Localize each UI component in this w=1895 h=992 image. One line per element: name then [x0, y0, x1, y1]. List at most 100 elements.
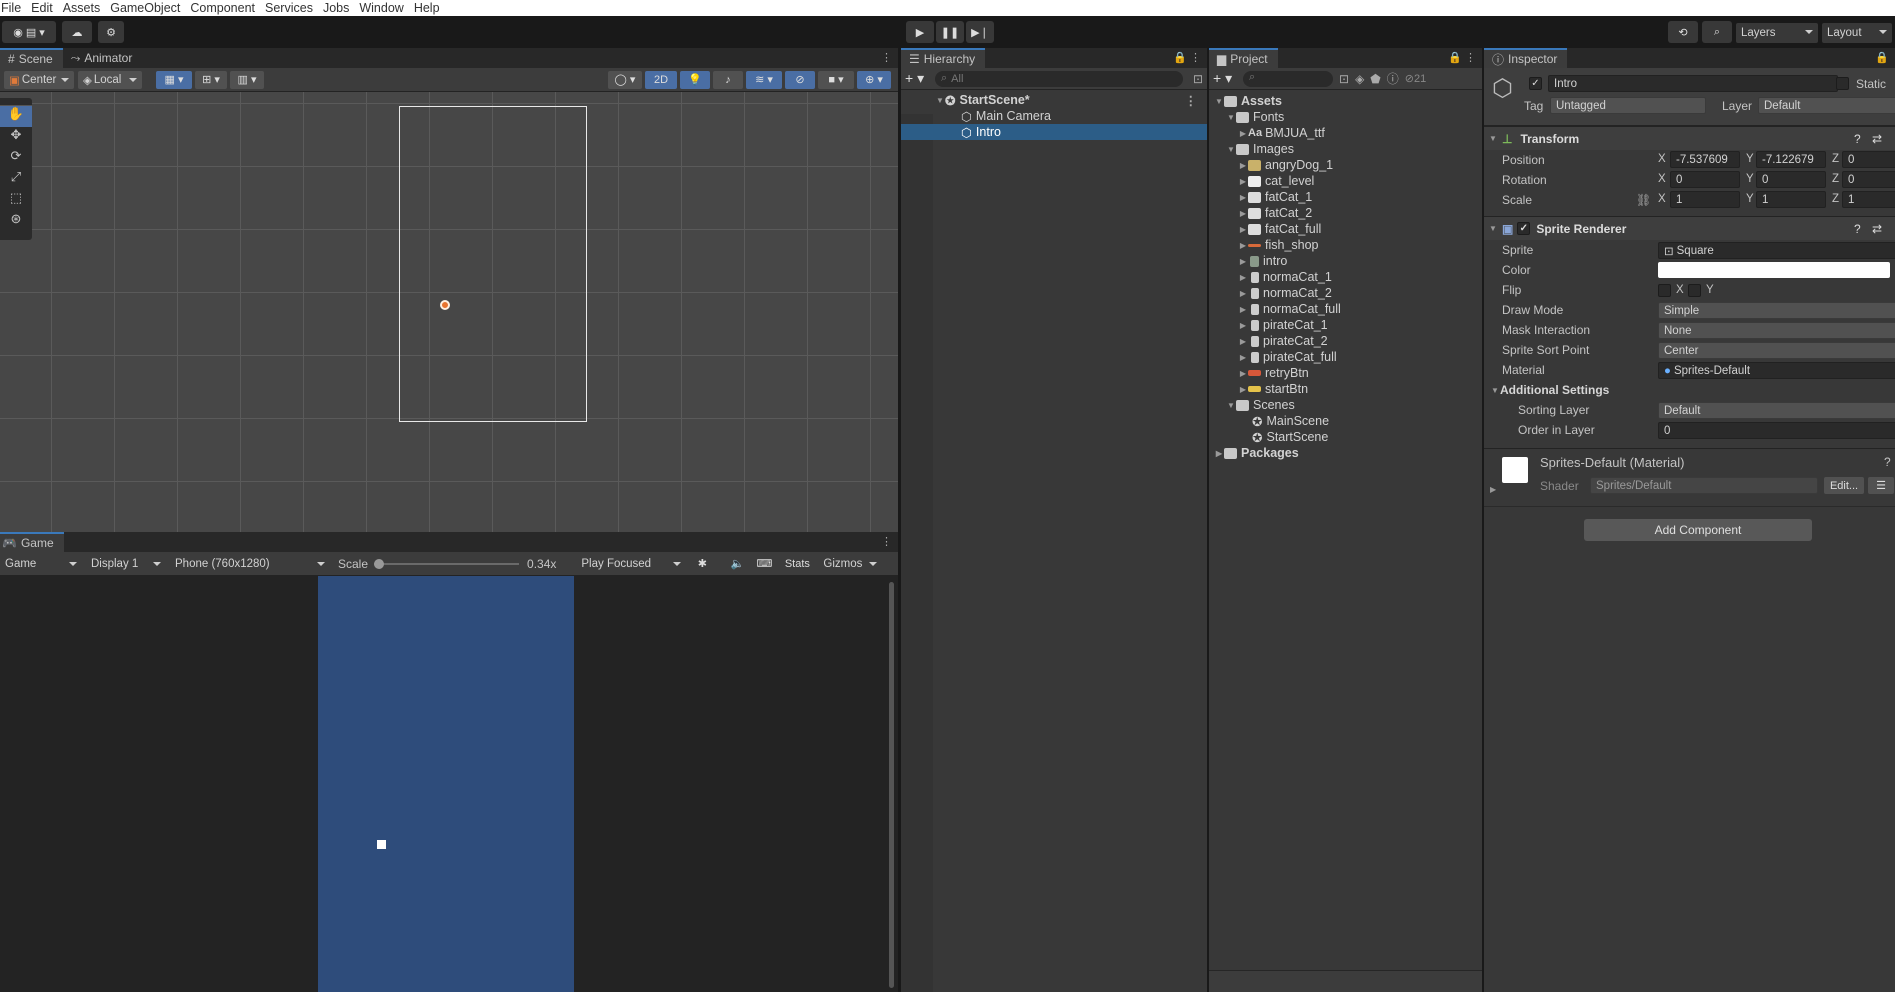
search-by-label-icon[interactable]: ◈	[1355, 72, 1364, 86]
sprite-sort-point-dropdown[interactable]: Center	[1658, 342, 1895, 359]
object-name-field[interactable]: Intro	[1548, 75, 1838, 92]
project-lock-icon[interactable]: 🔒	[1448, 51, 1462, 64]
collapse-arrow-icon[interactable]: ▶	[1214, 449, 1224, 458]
expand-arrow-icon[interactable]: ▼	[1488, 134, 1498, 143]
hierarchy-more-icon[interactable]: ⋮	[1190, 51, 1201, 64]
collapse-arrow-icon[interactable]: ▶	[1238, 209, 1248, 218]
tree-image-item[interactable]: ▶ pirateCat_full	[1209, 349, 1482, 365]
display-dropdown[interactable]: Display 1	[86, 554, 166, 573]
hierarchy-search[interactable]: ⌕ All	[935, 70, 1183, 87]
sprite-renderer-header[interactable]: ▼ ▣ ✓ Sprite Renderer ? ⇄	[1484, 216, 1895, 240]
settings-icon[interactable]: ⇄	[1872, 222, 1882, 236]
tree-image-item[interactable]: ▶ fish_shop	[1209, 237, 1482, 253]
gizmos-dropdown[interactable]: Gizmos	[818, 554, 883, 573]
collapse-arrow-icon[interactable]: ▶	[1238, 225, 1248, 234]
tree-image-item[interactable]: ▶ normaCat_full	[1209, 301, 1482, 317]
tree-packages[interactable]: ▶ Packages	[1209, 445, 1482, 461]
tree-image-item[interactable]: ▶ fatCat_full	[1209, 221, 1482, 237]
expand-arrow-icon[interactable]: ▼	[1226, 145, 1236, 154]
material-field[interactable]: ● Sprites-Default	[1658, 362, 1895, 379]
edit-shader-button[interactable]: Edit...	[1824, 477, 1864, 494]
help-icon[interactable]: ?	[1884, 455, 1891, 469]
sprite-renderer-enabled-checkbox[interactable]: ✓	[1517, 222, 1531, 235]
menu-gameobject[interactable]: GameObject	[109, 1, 189, 15]
collapse-arrow-icon[interactable]: ▶	[1238, 129, 1248, 138]
collapse-arrow-icon[interactable]: ▶	[1238, 305, 1248, 314]
tree-fonts[interactable]: ▼ Fonts	[1209, 109, 1482, 125]
tree-image-item[interactable]: ▶ pirateCat_1	[1209, 317, 1482, 333]
tree-image-item[interactable]: ▶ cat_level	[1209, 173, 1482, 189]
tab-project[interactable]: ▆ Project	[1209, 48, 1278, 68]
scale-tool-icon[interactable]: ⤢	[0, 169, 32, 190]
shader-menu-button[interactable]: ☰	[1868, 477, 1894, 494]
additional-settings-foldout[interactable]: ▼ Additional Settings	[1490, 380, 1609, 400]
active-checkbox[interactable]: ✓	[1529, 77, 1542, 90]
tree-image-item[interactable]: ▶ fatCat_1	[1209, 189, 1482, 205]
scene-more-icon[interactable]: ⋮	[1185, 93, 1198, 108]
game-scrollbar[interactable]	[889, 582, 894, 988]
expand-arrow-icon[interactable]: ▼	[1490, 386, 1500, 395]
static-checkbox[interactable]	[1836, 77, 1849, 90]
help-icon[interactable]: ?	[1854, 222, 1861, 236]
account-button[interactable]: ◉ ▤ ▾	[2, 21, 56, 43]
grid-snap-button[interactable]: ▦ ▾	[156, 70, 192, 89]
tab-inspector[interactable]: ⓘ Inspector	[1484, 48, 1568, 68]
add-component-button[interactable]: Add Component	[1584, 519, 1812, 541]
hierarchy-add-button[interactable]: + ▾	[905, 70, 935, 87]
hierarchy-item[interactable]: ⬡ Main Camera	[901, 108, 1207, 124]
collapse-arrow-icon[interactable]: ▶	[1238, 241, 1248, 250]
tree-image-item[interactable]: ▶ fatCat_2	[1209, 205, 1482, 221]
hierarchy-scene-row[interactable]: ▼ ✪ StartScene* ⋮	[901, 92, 1207, 108]
constrain-proportions-icon[interactable]: ⛓	[1636, 193, 1651, 207]
project-add-button[interactable]: + ▾	[1213, 70, 1243, 87]
flip-x-checkbox[interactable]	[1658, 284, 1671, 297]
pivot-dropdown[interactable]: ▣ Center	[4, 70, 74, 89]
tree-scenes[interactable]: ▼ Scenes	[1209, 397, 1482, 413]
shader-dropdown[interactable]: Sprites/Default	[1590, 477, 1818, 494]
effects-button[interactable]: ≋ ▾	[746, 70, 782, 89]
hidden-packages-icon[interactable]: ⊘21	[1405, 72, 1426, 85]
tab-hierarchy[interactable]: ☰ Hierarchy	[901, 48, 986, 68]
menu-jobs[interactable]: Jobs	[322, 1, 358, 15]
play-button[interactable]: ▶	[906, 21, 934, 43]
hierarchy-item-selected[interactable]: ⬡ Intro	[901, 124, 1207, 140]
draw-mode-button[interactable]: ◯ ▾	[608, 70, 642, 89]
history-button[interactable]: ⟲	[1668, 21, 1698, 43]
audio-button[interactable]: ♪	[713, 70, 743, 89]
hierarchy-lock-icon[interactable]: 🔒	[1173, 51, 1187, 64]
mask-interaction-dropdown[interactable]: None	[1658, 322, 1895, 339]
play-mode-dropdown[interactable]: Play Focused	[576, 554, 687, 573]
collapse-arrow-icon[interactable]: ▶	[1238, 353, 1248, 362]
stats-button[interactable]: Stats	[779, 554, 816, 573]
step-button[interactable]: ▶❘	[966, 21, 994, 43]
tab-scene[interactable]: # Scene	[0, 48, 63, 68]
menu-assets[interactable]: Assets	[62, 1, 110, 15]
collapse-arrow-icon[interactable]: ▶	[1238, 337, 1248, 346]
visibility-button[interactable]: ⊘	[785, 70, 815, 89]
collapse-arrow-icon[interactable]: ▶	[1238, 161, 1248, 170]
scale-slider-thumb[interactable]	[374, 558, 385, 569]
align-button[interactable]: ▥ ▾	[230, 70, 264, 89]
collapse-arrow-icon[interactable]: ▶	[1238, 257, 1248, 266]
game-more-icon[interactable]: ⋮	[881, 535, 892, 548]
collapse-arrow-icon[interactable]: ▶	[1238, 289, 1248, 298]
cloud-button[interactable]: ☁	[62, 21, 92, 43]
rotate-tool-icon[interactable]: ⟳	[0, 148, 32, 169]
tree-assets[interactable]: ▼ Assets	[1209, 93, 1482, 109]
material-expand-icon[interactable]: ▶	[1490, 485, 1496, 494]
move-tool-icon[interactable]: ✥	[0, 127, 32, 148]
hand-tool-icon[interactable]: ✋	[0, 106, 32, 127]
menu-component[interactable]: Component	[189, 1, 264, 15]
scale-y-field[interactable]: 1	[1756, 191, 1826, 208]
bug-button[interactable]: ✱	[690, 554, 715, 573]
tree-scene-item[interactable]: ✪ StartScene	[1209, 429, 1482, 445]
gizmos-scene-button[interactable]: ⊕ ▾	[857, 70, 891, 89]
project-search[interactable]: ⌕	[1243, 70, 1333, 87]
rotation-z-field[interactable]: 0	[1842, 171, 1895, 188]
tag-dropdown[interactable]: Untagged	[1550, 97, 1706, 114]
expand-arrow-icon[interactable]: ▼	[1214, 97, 1224, 106]
search-by-type-icon[interactable]: ⊡	[1339, 72, 1349, 86]
tree-image-item[interactable]: ▶ angryDog_1	[1209, 157, 1482, 173]
color-swatch[interactable]	[1658, 262, 1890, 278]
search-button[interactable]: ⌕	[1702, 21, 1732, 43]
